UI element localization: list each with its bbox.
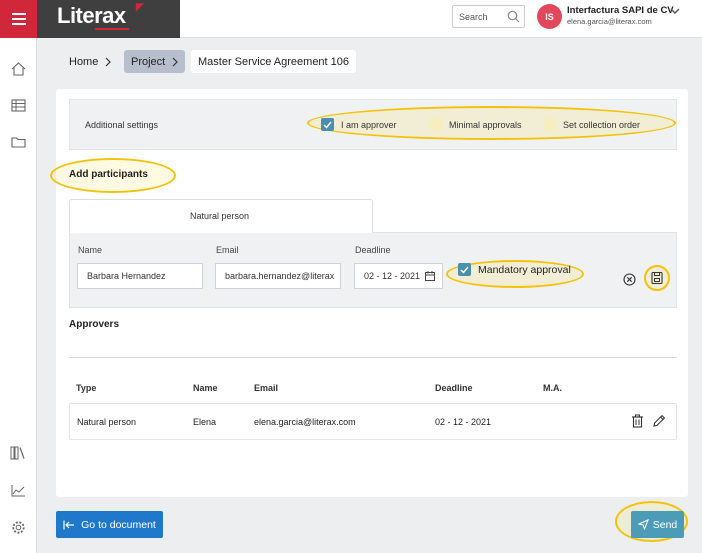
deadline-field[interactable]: 02 - 12 - 2021 <box>354 263 443 289</box>
breadcrumb-current: Master Service Agreement 106 <box>191 50 357 73</box>
mandatory-approval-checkbox[interactable]: Mandatory approval <box>458 263 571 276</box>
user-email: elena.garcia@literax.com <box>567 17 652 26</box>
logo-text: Literax <box>57 3 126 28</box>
cell-name: Elena <box>193 417 217 427</box>
participants-card: Additional settings I am approver Minima… <box>50 89 688 497</box>
name-label: Name <box>78 245 103 255</box>
minimal-approvals-checkbox[interactable]: Minimal approvals <box>429 118 522 131</box>
cell-type: Natural person <box>77 417 137 427</box>
set-collection-order-checkbox[interactable]: Set collection order <box>543 118 640 131</box>
column-header-type: Type <box>76 383 97 393</box>
checkbox-unchecked-icon <box>429 118 442 131</box>
set-collection-order-label: Set collection order <box>563 119 641 130</box>
save-icon[interactable] <box>649 270 665 286</box>
checkbox-checked-icon <box>458 263 471 276</box>
breadcrumb-project-label: Project <box>131 55 166 68</box>
i-am-approver-checkbox[interactable]: I am approver <box>321 118 397 131</box>
logo-mark-icon: ◤ <box>136 2 144 13</box>
logo-underline <box>95 28 129 30</box>
add-participants-heading: Add participants <box>69 169 148 180</box>
analytics-icon[interactable] <box>9 481 27 499</box>
send-label: Send <box>652 518 678 531</box>
chevron-right-icon <box>172 57 179 66</box>
mandatory-approval-label: Mandatory approval <box>478 263 571 276</box>
column-header-ma: M.A. <box>543 383 562 393</box>
checkbox-checked-icon <box>321 118 334 131</box>
breadcrumb-project[interactable]: Project <box>124 50 186 73</box>
sidebar <box>0 38 37 553</box>
email-field[interactable]: barbara.hernandez@literax <box>215 263 341 289</box>
calendar-icon[interactable] <box>425 271 436 281</box>
additional-settings-row: Additional settings I am approver Minima… <box>69 99 677 150</box>
name-field[interactable]: Barbara Hernandez <box>77 263 203 289</box>
deadline-label: Deadline <box>355 245 391 255</box>
minimal-approvals-label: Minimal approvals <box>449 119 522 130</box>
go-to-document-button[interactable]: Go to document <box>56 511 163 538</box>
projects-icon[interactable] <box>9 96 27 114</box>
breadcrumb-home[interactable]: Home <box>62 50 118 73</box>
gear-icon[interactable] <box>9 518 27 536</box>
i-am-approver-label: I am approver <box>341 119 397 130</box>
top-bar: Literax ◤ IS Interfactura SAPI de CV ele… <box>0 0 702 38</box>
arrow-left-icon <box>63 520 75 529</box>
trash-icon[interactable] <box>631 414 644 428</box>
folder-icon[interactable] <box>9 133 27 151</box>
column-header-deadline: Deadline <box>435 383 473 393</box>
email-label: Email <box>216 245 239 255</box>
table-row: Natural person Elena elena.garcia@litera… <box>69 403 677 440</box>
cell-email: elena.garcia@literax.com <box>254 417 356 427</box>
home-icon[interactable] <box>9 60 27 78</box>
go-to-document-label: Go to document <box>81 518 156 531</box>
tab-natural-person[interactable]: Natural person <box>69 199 373 233</box>
column-header-name: Name <box>193 383 218 393</box>
logo[interactable]: Literax ◤ <box>37 0 180 38</box>
search-input[interactable] <box>459 10 503 23</box>
send-icon <box>637 519 649 530</box>
library-icon[interactable] <box>9 444 27 462</box>
cell-deadline: 02 - 12 - 2021 <box>435 417 492 427</box>
column-header-email: Email <box>254 383 279 393</box>
chevron-right-icon <box>105 57 112 66</box>
approvers-heading: Approvers <box>69 319 120 330</box>
chevron-down-icon[interactable] <box>670 7 680 15</box>
send-button[interactable]: Send <box>631 511 684 538</box>
breadcrumb-current-label: Master Service Agreement 106 <box>198 55 350 68</box>
company-name[interactable]: Interfactura SAPI de CV <box>567 5 674 16</box>
clear-circle-icon[interactable] <box>623 273 636 286</box>
avatar[interactable]: IS <box>537 4 562 29</box>
tab-natural-person-label: Natural person <box>190 211 250 221</box>
pencil-icon[interactable] <box>652 414 666 428</box>
menu-icon <box>11 13 26 25</box>
breadcrumb-home-label: Home <box>69 55 99 68</box>
divider <box>69 357 677 358</box>
deadline-value: 02 - 12 - 2021 <box>364 271 421 281</box>
checkbox-unchecked-icon <box>543 118 556 131</box>
search-box[interactable] <box>452 5 525 28</box>
participant-form: Name Email Deadline Barbara Hernandez ba… <box>69 232 677 308</box>
additional-settings-label: Additional settings <box>85 120 159 130</box>
hamburger-menu-button[interactable] <box>0 0 37 38</box>
search-icon[interactable] <box>507 10 520 23</box>
